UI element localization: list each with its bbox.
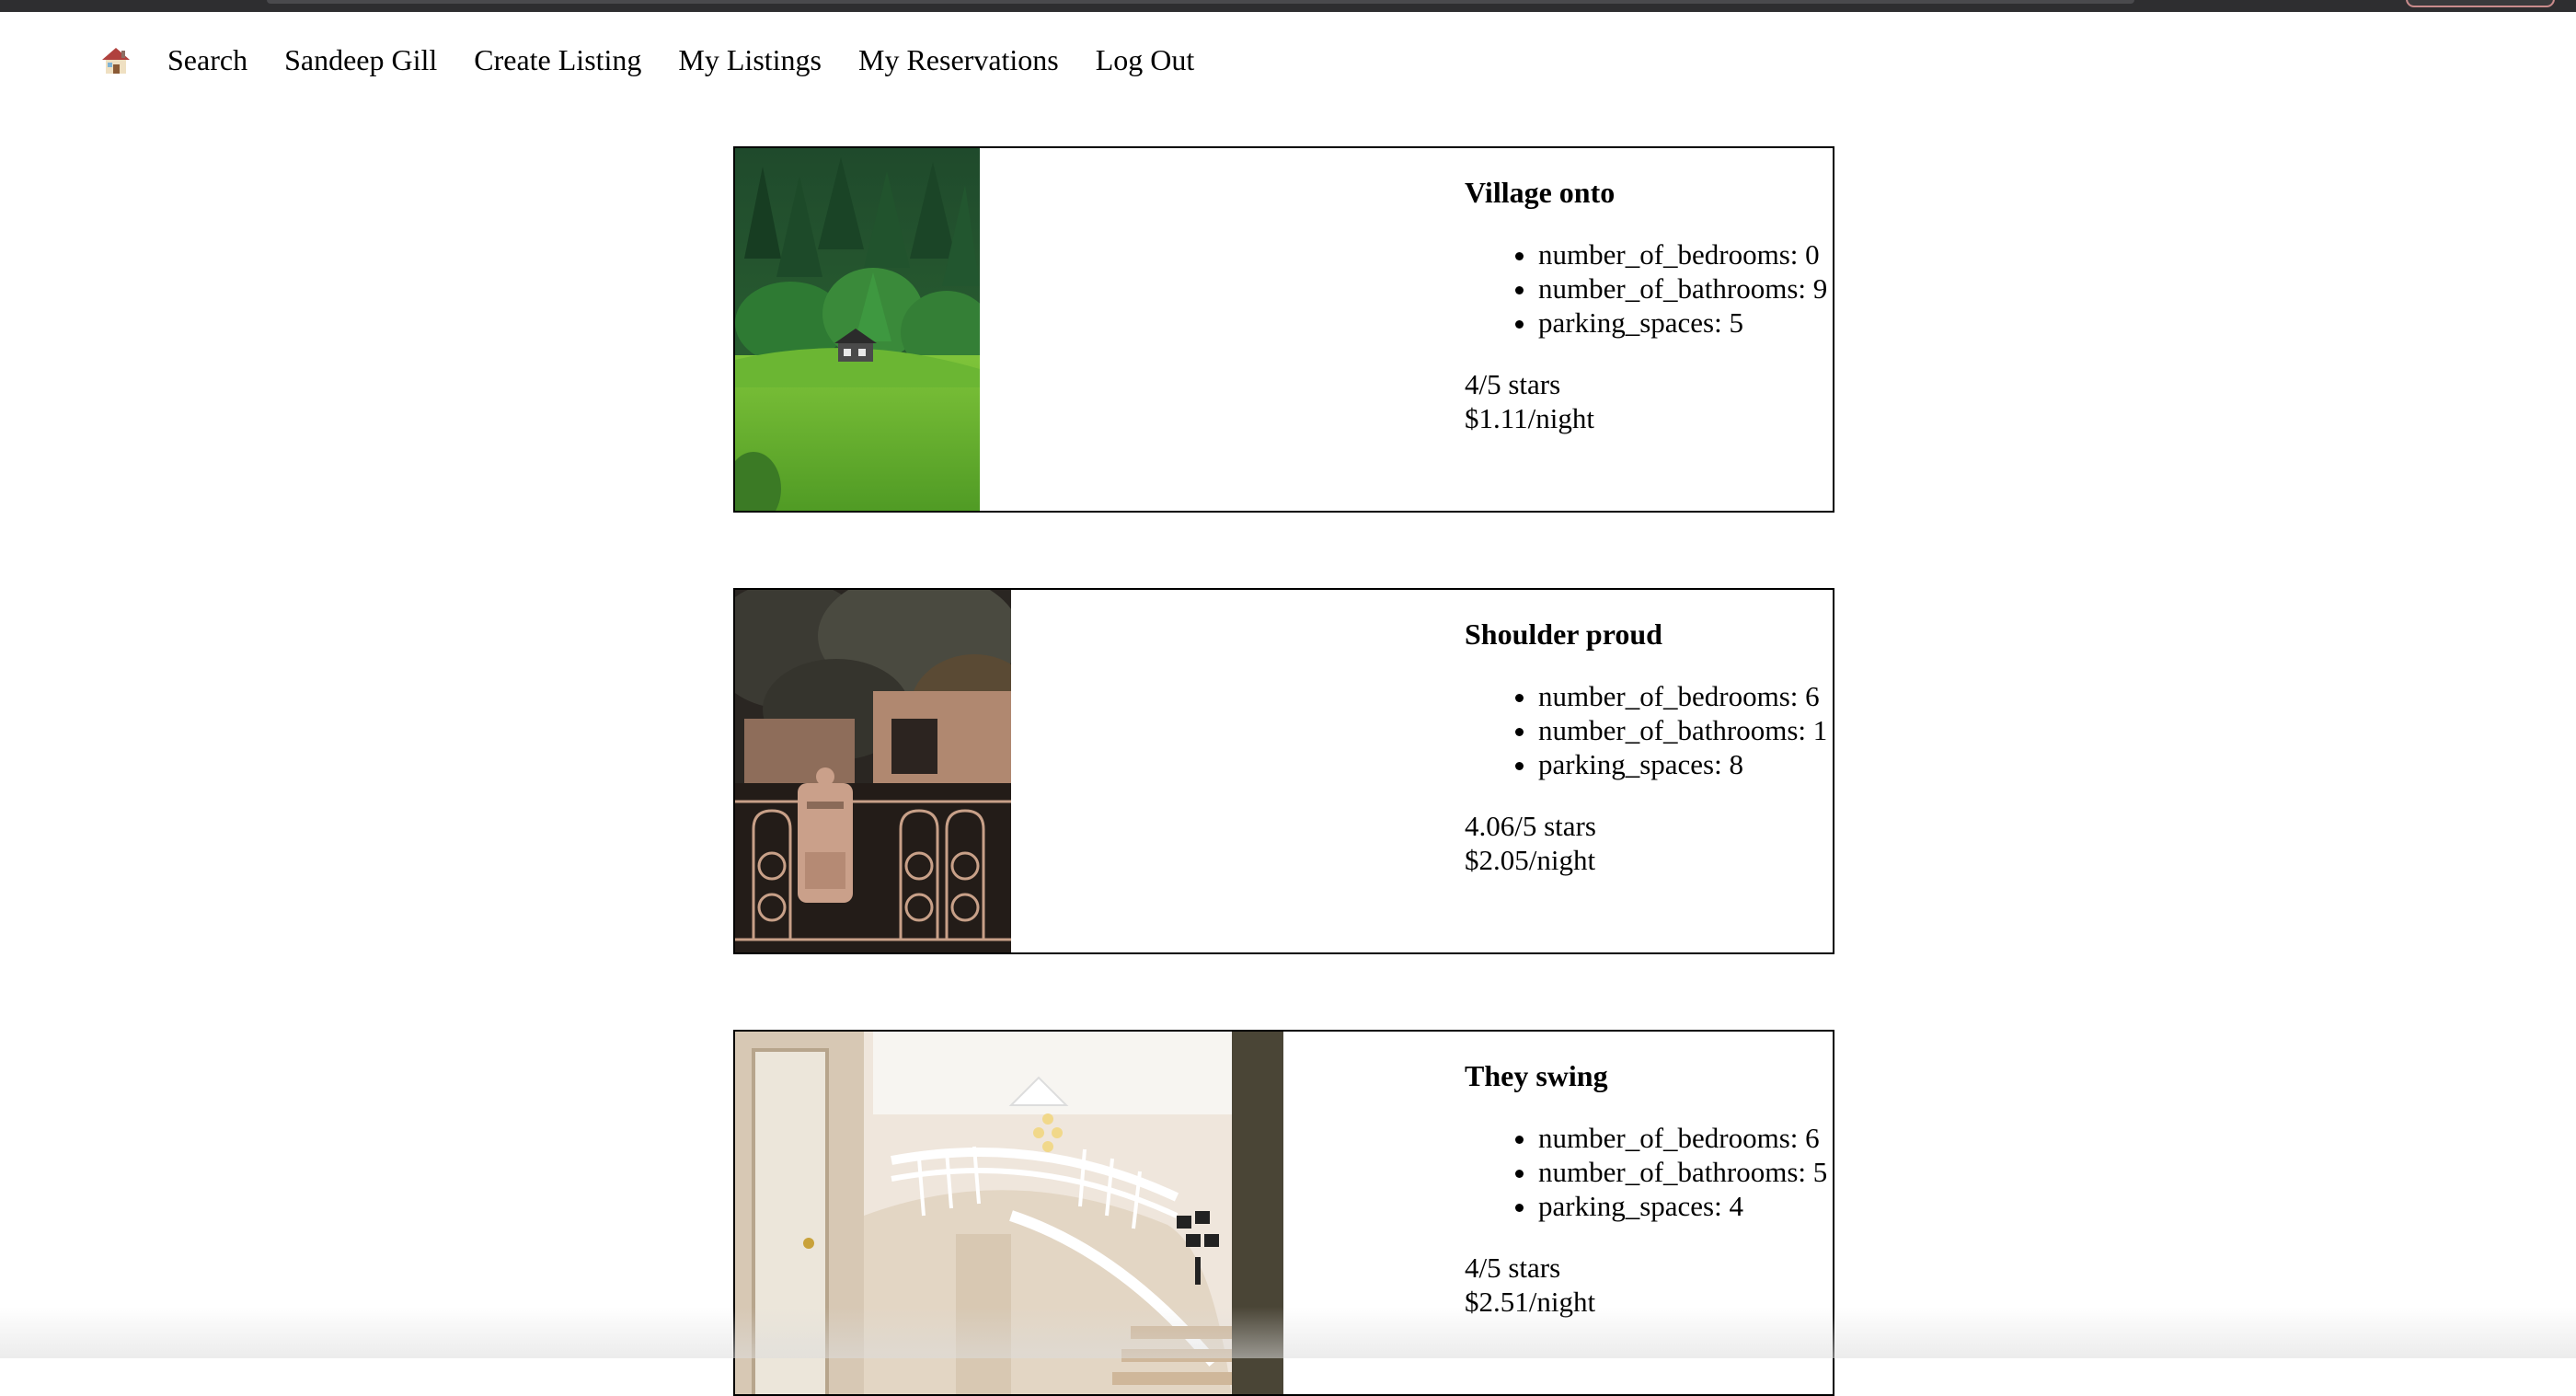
feature-bedrooms: number_of_bedrooms: 6 [1538,679,1833,713]
browser-button[interactable] [2406,0,2555,7]
forest-hillside-image [735,148,980,511]
feature-parking: parking_spaces: 5 [1538,306,1833,340]
feature-parking: parking_spaces: 8 [1538,747,1833,781]
listing-title[interactable]: They swing [1465,1059,1833,1093]
iron-gate-image [735,590,1011,952]
browser-address-strip [267,0,2134,4]
feature-bedrooms: number_of_bedrooms: 0 [1538,237,1833,271]
nav-log-out-link[interactable]: Log Out [1096,43,1195,77]
feature-bathrooms: number_of_bathrooms: 1 [1538,713,1833,747]
listing-card[interactable]: Shoulder proud number_of_bedrooms: 6 num… [733,588,1834,954]
listing-details: They swing number_of_bedrooms: 6 number_… [1465,1059,1833,1319]
listing-features: number_of_bedrooms: 6 number_of_bathroom… [1465,679,1833,781]
staircase-image [735,1032,1283,1394]
nav-profile-link[interactable]: Sandeep Gill [284,43,437,77]
listing-title[interactable]: Village onto [1465,176,1833,210]
listing-features: number_of_bedrooms: 0 number_of_bathroom… [1465,237,1833,340]
listing-features: number_of_bedrooms: 6 number_of_bathroom… [1465,1121,1833,1223]
listing-rating: 4/5 stars [1465,368,1561,400]
listing-photo [735,148,980,511]
nav-create-listing-link[interactable]: Create Listing [474,43,641,77]
listing-photo [735,1032,1283,1394]
feature-bathrooms: number_of_bathrooms: 5 [1538,1155,1833,1189]
listing-details: Village onto number_of_bedrooms: 0 numbe… [1465,176,1833,435]
house-icon [102,48,130,74]
listing-details: Shoulder proud number_of_bedrooms: 6 num… [1465,617,1833,877]
listing-price: $2.05/night [1465,844,1596,876]
listing-card[interactable]: Village onto number_of_bedrooms: 0 numbe… [733,146,1834,513]
home-icon[interactable] [99,43,132,76]
feature-bathrooms: number_of_bathrooms: 9 [1538,271,1833,306]
listing-rating: 4.06/5 stars [1465,810,1596,842]
feature-parking: parking_spaces: 4 [1538,1189,1833,1223]
listing-photo [735,590,1011,952]
listing-card[interactable]: They swing number_of_bedrooms: 6 number_… [733,1030,1834,1396]
nav-search-link[interactable]: Search [167,43,247,77]
listing-price: $1.11/night [1465,402,1594,434]
nav-my-reservations-link[interactable]: My Reservations [858,43,1059,77]
nav-my-listings-link[interactable]: My Listings [678,43,822,77]
feature-bedrooms: number_of_bedrooms: 6 [1538,1121,1833,1155]
browser-top-bar [0,0,2576,12]
listing-rating: 4/5 stars [1465,1252,1561,1284]
listing-title[interactable]: Shoulder proud [1465,617,1833,652]
listing-price: $2.51/night [1465,1286,1596,1318]
main-nav: Search Sandeep Gill Create Listing My Li… [99,40,1231,79]
